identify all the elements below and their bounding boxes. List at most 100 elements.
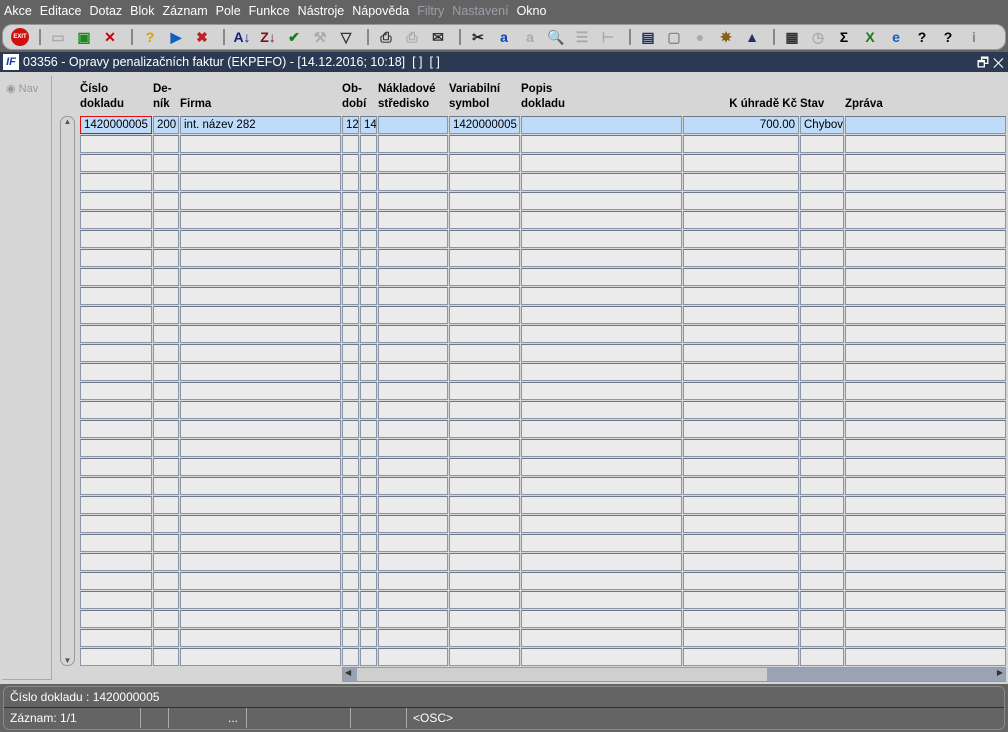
cell-field[interactable] bbox=[180, 211, 341, 229]
cell-field[interactable] bbox=[360, 287, 377, 305]
cell-field[interactable]: 14 bbox=[360, 116, 377, 134]
cell-field[interactable] bbox=[342, 173, 359, 191]
cell-field[interactable] bbox=[449, 211, 520, 229]
cell-field[interactable] bbox=[153, 591, 179, 609]
cell-field[interactable] bbox=[153, 268, 179, 286]
cell-field[interactable] bbox=[153, 629, 179, 647]
cell-field[interactable] bbox=[800, 439, 844, 457]
cell-field[interactable] bbox=[360, 496, 377, 514]
mail-icon[interactable]: ✉ bbox=[427, 27, 449, 47]
cell-field[interactable] bbox=[521, 591, 682, 609]
cell-field[interactable] bbox=[80, 192, 152, 210]
cell-field[interactable] bbox=[153, 287, 179, 305]
cell-field[interactable] bbox=[80, 572, 152, 590]
cell-field[interactable] bbox=[683, 629, 799, 647]
tools-icon[interactable]: ⚒ bbox=[309, 27, 331, 47]
cell-field[interactable] bbox=[360, 135, 377, 153]
cell-field[interactable] bbox=[342, 648, 359, 666]
cell-field[interactable] bbox=[845, 325, 1006, 343]
cell-field[interactable] bbox=[800, 496, 844, 514]
cell-field[interactable] bbox=[521, 154, 682, 172]
cell-field[interactable] bbox=[683, 401, 799, 419]
cell-field[interactable] bbox=[180, 420, 341, 438]
cell-field[interactable] bbox=[342, 610, 359, 628]
cell-field[interactable] bbox=[80, 401, 152, 419]
cell-field[interactable] bbox=[683, 439, 799, 457]
cell-field[interactable] bbox=[683, 572, 799, 590]
cell-field[interactable] bbox=[800, 572, 844, 590]
commit-icon[interactable]: ✔ bbox=[283, 27, 305, 47]
cell-field[interactable] bbox=[800, 420, 844, 438]
cell-field[interactable] bbox=[449, 363, 520, 381]
cell-field[interactable] bbox=[360, 401, 377, 419]
cell-field[interactable] bbox=[449, 629, 520, 647]
cell-field[interactable] bbox=[342, 325, 359, 343]
cell-field[interactable] bbox=[800, 648, 844, 666]
cell-field[interactable] bbox=[845, 192, 1006, 210]
cell-field[interactable] bbox=[521, 610, 682, 628]
cell-field[interactable] bbox=[378, 287, 448, 305]
cell-field[interactable] bbox=[180, 382, 341, 400]
cell-field[interactable] bbox=[449, 401, 520, 419]
tree-icon[interactable]: ⊢ bbox=[597, 27, 619, 47]
cell-field[interactable] bbox=[80, 420, 152, 438]
cell-field[interactable] bbox=[800, 154, 844, 172]
cell-field[interactable] bbox=[683, 591, 799, 609]
cell-field[interactable]: Chybový bbox=[800, 116, 844, 134]
find-icon[interactable]: 🔍 bbox=[545, 27, 567, 47]
cell-field[interactable] bbox=[378, 230, 448, 248]
clock-icon[interactable]: ◷ bbox=[807, 27, 829, 47]
menu-akce[interactable]: Akce bbox=[4, 4, 32, 18]
cell-field[interactable] bbox=[800, 553, 844, 571]
cell-field[interactable] bbox=[378, 363, 448, 381]
cell-field[interactable] bbox=[449, 477, 520, 495]
cell-field[interactable] bbox=[378, 154, 448, 172]
cell-field[interactable] bbox=[800, 325, 844, 343]
cell-field[interactable] bbox=[683, 515, 799, 533]
cell-field[interactable] bbox=[449, 610, 520, 628]
cell-field[interactable] bbox=[449, 192, 520, 210]
cell-field[interactable] bbox=[342, 230, 359, 248]
duplicate-record-icon[interactable]: ▣ bbox=[73, 27, 95, 47]
cell-field[interactable] bbox=[449, 553, 520, 571]
delete-record-icon[interactable]: ✕ bbox=[99, 27, 121, 47]
menu-dotaz[interactable]: Dotaz bbox=[90, 4, 123, 18]
cell-field[interactable] bbox=[80, 344, 152, 362]
cell-field[interactable] bbox=[378, 458, 448, 476]
cell-field[interactable] bbox=[342, 382, 359, 400]
cell-field[interactable] bbox=[800, 515, 844, 533]
cell-field[interactable] bbox=[360, 572, 377, 590]
cell-field[interactable] bbox=[800, 192, 844, 210]
cell-field[interactable] bbox=[378, 401, 448, 419]
cell-field[interactable] bbox=[449, 344, 520, 362]
cell-field[interactable] bbox=[378, 515, 448, 533]
cell-field[interactable] bbox=[845, 477, 1006, 495]
cell-field[interactable] bbox=[153, 154, 179, 172]
cell-field[interactable] bbox=[449, 648, 520, 666]
menu-nástroje[interactable]: Nástroje bbox=[298, 4, 345, 18]
cell-field[interactable] bbox=[683, 477, 799, 495]
cell-field[interactable] bbox=[521, 268, 682, 286]
cell-field[interactable] bbox=[80, 154, 152, 172]
cell-field[interactable] bbox=[800, 344, 844, 362]
cell-field[interactable] bbox=[521, 420, 682, 438]
cell-field[interactable] bbox=[521, 325, 682, 343]
cell-field[interactable]: 700.00 bbox=[683, 116, 799, 134]
cell-field[interactable] bbox=[180, 515, 341, 533]
cell-field[interactable] bbox=[521, 382, 682, 400]
cell-field[interactable] bbox=[153, 648, 179, 666]
cell-field[interactable] bbox=[521, 648, 682, 666]
cell-field[interactable] bbox=[521, 211, 682, 229]
cell-field[interactable] bbox=[800, 458, 844, 476]
menu-blok[interactable]: Blok bbox=[130, 4, 154, 18]
cell-field[interactable] bbox=[180, 629, 341, 647]
cell-field[interactable] bbox=[80, 591, 152, 609]
cell-field[interactable] bbox=[378, 135, 448, 153]
cell-field[interactable] bbox=[845, 135, 1006, 153]
cell-field[interactable] bbox=[180, 173, 341, 191]
cell-field[interactable] bbox=[180, 401, 341, 419]
helm-icon[interactable]: ✵ bbox=[715, 27, 737, 47]
cell-field[interactable] bbox=[378, 496, 448, 514]
cell-field[interactable] bbox=[80, 325, 152, 343]
cell-field[interactable] bbox=[360, 629, 377, 647]
